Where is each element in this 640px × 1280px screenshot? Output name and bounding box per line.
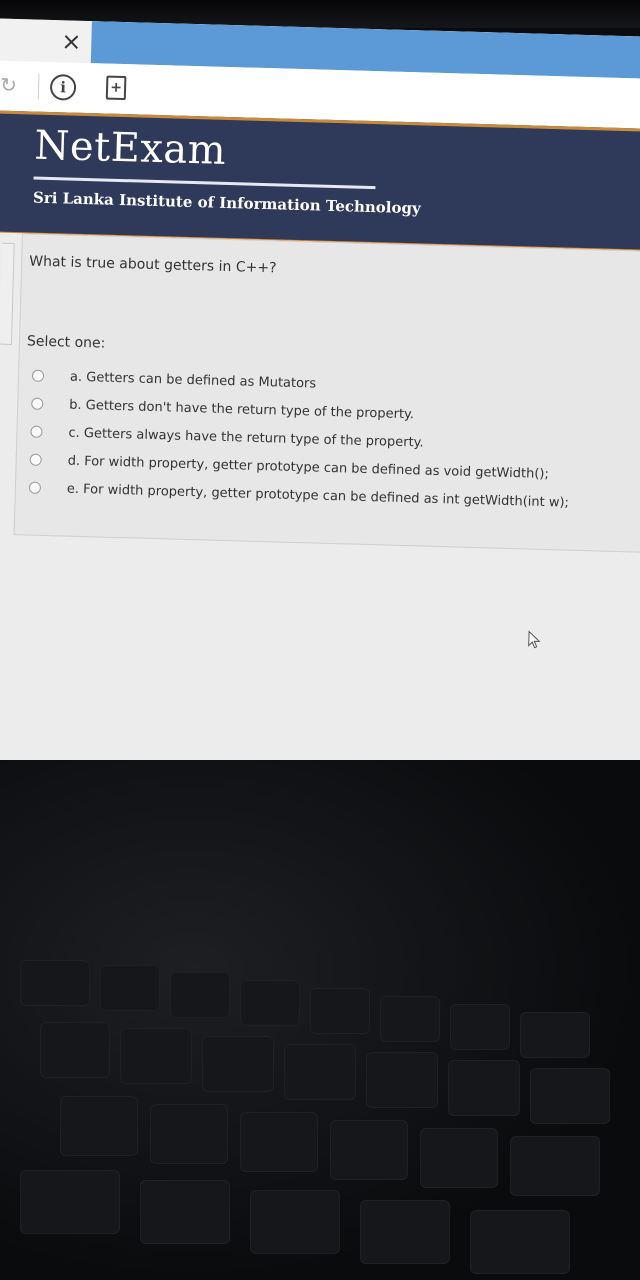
site-header: NetExam Sri Lanka Institute of Informati… bbox=[0, 109, 640, 255]
keyboard-key bbox=[360, 1200, 450, 1264]
radio-button[interactable] bbox=[29, 453, 42, 466]
keyboard-key bbox=[448, 1060, 520, 1116]
close-icon[interactable]: × bbox=[57, 26, 86, 57]
mouse-cursor-icon bbox=[528, 630, 541, 649]
keyboard-key bbox=[250, 1190, 340, 1254]
keyboard-key bbox=[100, 965, 160, 1011]
keyboard-key bbox=[520, 1012, 590, 1058]
keyboard-key bbox=[420, 1128, 498, 1188]
info-icon[interactable]: i bbox=[49, 73, 77, 101]
keyboard-key bbox=[450, 1004, 510, 1050]
title-underline bbox=[33, 176, 376, 190]
new-page-icon[interactable]: + bbox=[105, 75, 127, 101]
answer-option-label[interactable]: a. Getters can be defined as Mutators bbox=[70, 369, 317, 391]
answer-option-label[interactable]: b. Getters don't have the return type of… bbox=[69, 397, 414, 422]
keyboard-key bbox=[366, 1052, 438, 1108]
answer-options: a. Getters can be defined as Mutators b.… bbox=[28, 362, 640, 519]
keyboard-key bbox=[330, 1120, 408, 1180]
answer-option-label[interactable]: c. Getters always have the return type o… bbox=[68, 425, 424, 450]
keyboard-key bbox=[240, 980, 300, 1026]
photo: × ↻ i + NetExam Sri Lanka Institute of I… bbox=[0, 0, 640, 1280]
keyboard-key bbox=[40, 1022, 110, 1078]
question-info-box bbox=[0, 242, 15, 346]
keyboard-key bbox=[240, 1112, 318, 1172]
keyboard-key bbox=[140, 1180, 230, 1244]
select-one-prompt: Select one: bbox=[26, 333, 106, 352]
keyboard-key bbox=[120, 1028, 192, 1084]
main-content: What is true about getters in C++? Selec… bbox=[0, 231, 640, 797]
keyboard-key bbox=[530, 1068, 610, 1124]
keyboard-key bbox=[510, 1136, 600, 1196]
keyboard-key bbox=[310, 988, 370, 1034]
keyboard-key bbox=[150, 1104, 228, 1164]
keyboard-key bbox=[202, 1036, 274, 1092]
keyboard-key bbox=[470, 1210, 570, 1274]
keyboard-key bbox=[170, 972, 230, 1018]
keyboard-key bbox=[20, 960, 90, 1006]
keyboard-key bbox=[380, 996, 440, 1042]
keyboard-key bbox=[20, 1170, 120, 1234]
radio-button[interactable] bbox=[31, 369, 45, 382]
site-subtitle: Sri Lanka Institute of Information Techn… bbox=[32, 188, 421, 218]
site-title[interactable]: NetExam bbox=[34, 123, 227, 174]
radio-button[interactable] bbox=[31, 397, 44, 410]
radio-button[interactable] bbox=[28, 481, 42, 494]
browser-window: × ↻ i + NetExam Sri Lanka Institute of I… bbox=[0, 18, 640, 797]
keyboard-key bbox=[60, 1096, 138, 1156]
laptop-keyboard bbox=[0, 760, 640, 1280]
keyboard-key bbox=[284, 1044, 356, 1100]
divider bbox=[37, 73, 40, 100]
reload-icon[interactable]: ↻ bbox=[0, 73, 17, 97]
radio-button[interactable] bbox=[30, 425, 43, 438]
